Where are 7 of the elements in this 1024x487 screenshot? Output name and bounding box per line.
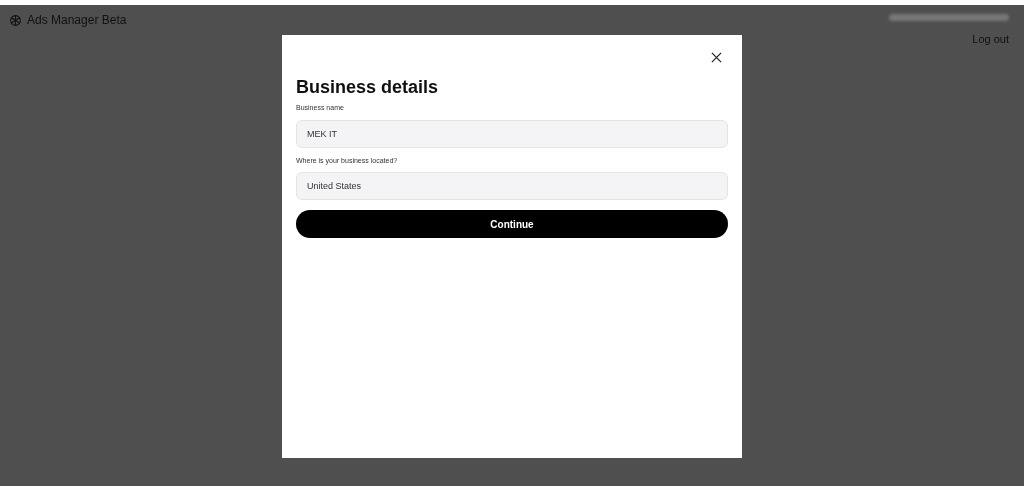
app-name: Ads Manager Beta	[27, 12, 127, 29]
logo-icon	[9, 13, 22, 27]
dialog-title: Business details	[296, 76, 440, 99]
continue-button[interactable]: Continue	[296, 210, 728, 238]
input-field[interactable]: United States	[296, 172, 728, 200]
input-field[interactable]: MEK IT	[296, 119, 728, 148]
close-icon	[710, 51, 722, 63]
